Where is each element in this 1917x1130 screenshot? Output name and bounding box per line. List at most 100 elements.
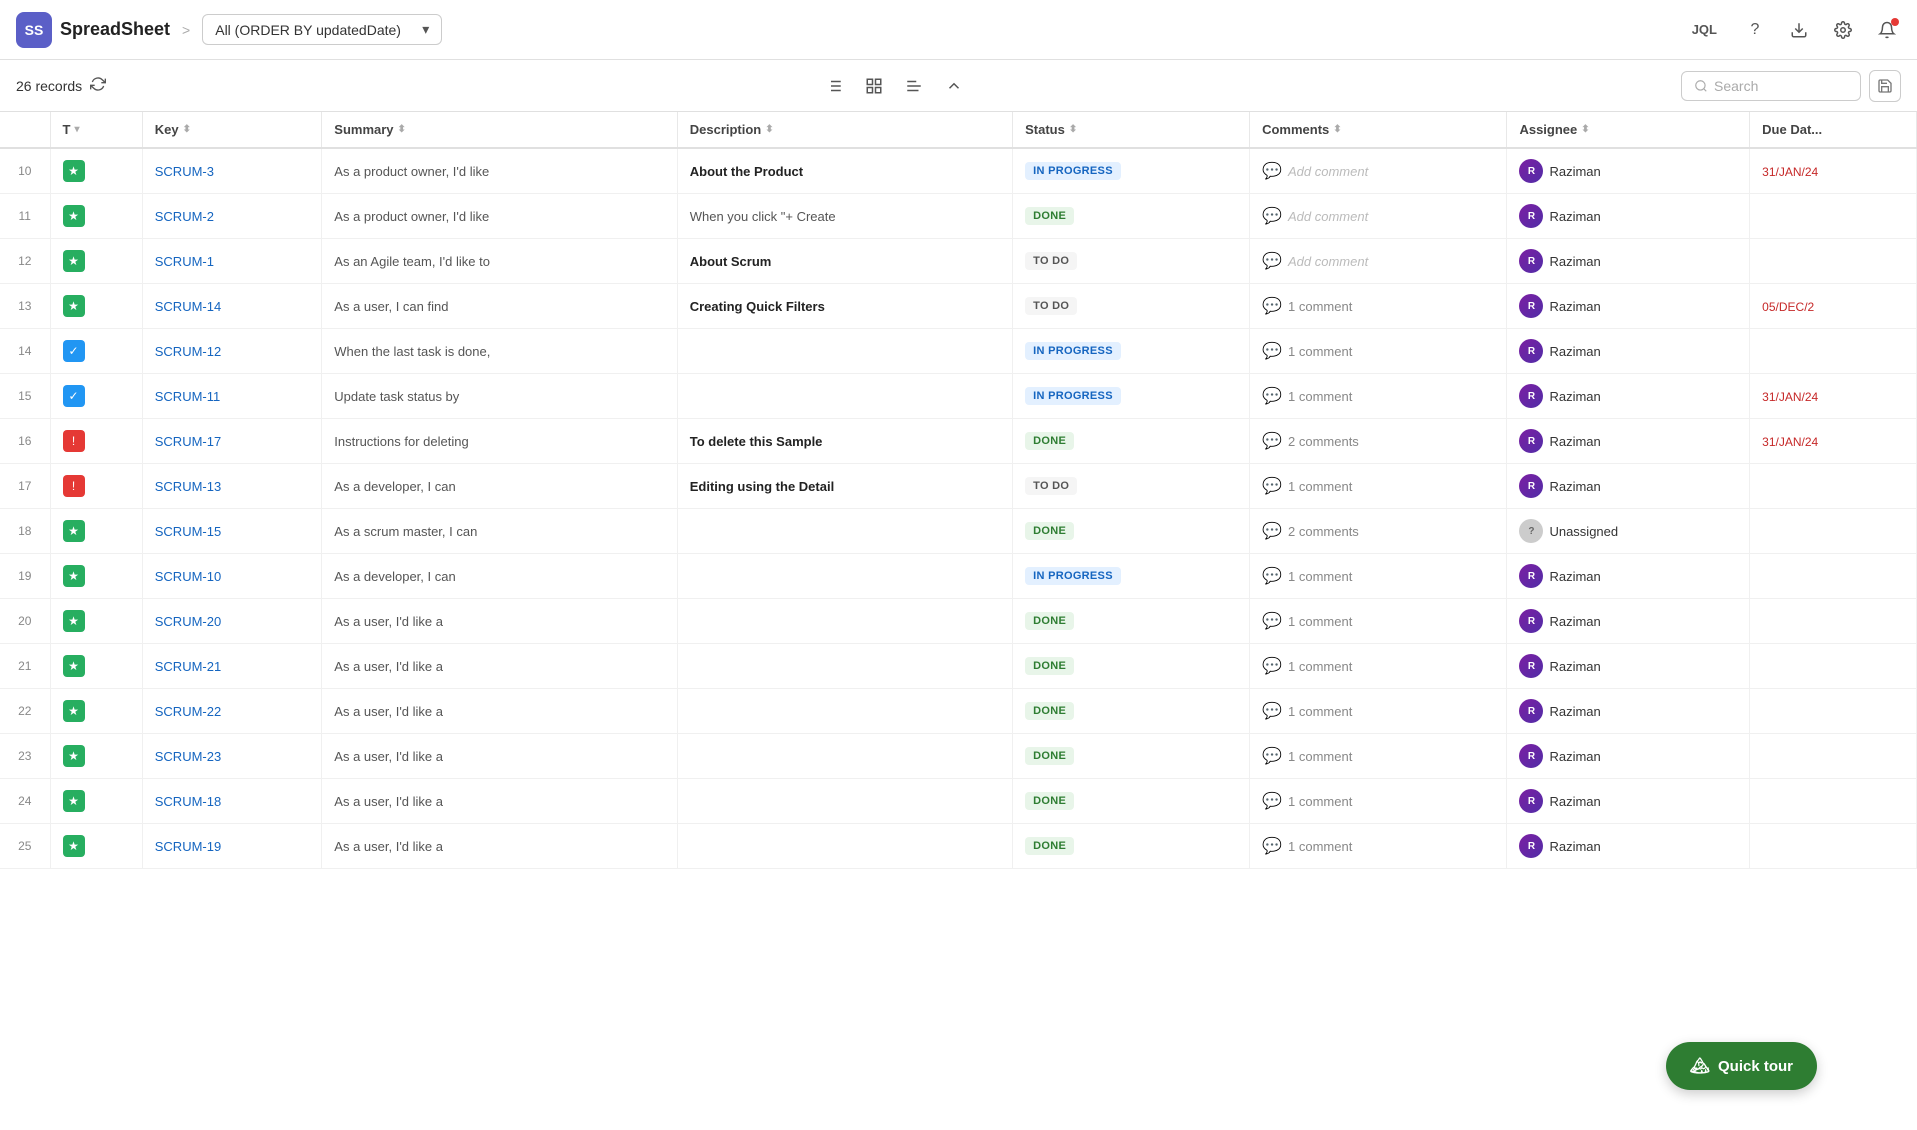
status-badge: DONE	[1025, 432, 1074, 450]
comment-cell: 💬 1 comment	[1262, 341, 1494, 361]
description-cell	[677, 599, 1012, 644]
col-comments[interactable]: Comments ⬍	[1250, 112, 1507, 148]
notification-dot	[1891, 18, 1899, 26]
jql-button[interactable]: JQL	[1684, 18, 1725, 41]
assignee-cell: R Raziman	[1519, 429, 1737, 453]
comment-icon: 💬	[1262, 656, 1282, 676]
assignee-cell: R Raziman	[1519, 564, 1737, 588]
assignee-cell: R Raziman	[1519, 654, 1737, 678]
issue-key-link[interactable]: SCRUM-18	[155, 794, 221, 809]
due-date-cell: 31/JAN/24	[1750, 374, 1917, 419]
comments-cell: 💬 1 comment	[1250, 689, 1507, 734]
assignee-cell: R Raziman	[1519, 834, 1737, 858]
collapse-view-button[interactable]	[936, 68, 972, 104]
avatar: ?	[1519, 519, 1543, 543]
key-cell: SCRUM-21	[142, 644, 322, 689]
status-badge: DONE	[1025, 747, 1074, 765]
issue-key-link[interactable]: SCRUM-14	[155, 299, 221, 314]
type-cell: ★	[50, 148, 142, 194]
status-badge: DONE	[1025, 207, 1074, 225]
status-badge: TO DO	[1025, 477, 1077, 495]
search-icon	[1694, 79, 1708, 93]
comment-count: 2 comments	[1288, 524, 1359, 539]
search-box[interactable]: Search	[1681, 71, 1861, 101]
comments-cell: 💬 1 comment	[1250, 464, 1507, 509]
assignee-cell: R Raziman	[1519, 204, 1737, 228]
description-cell	[677, 509, 1012, 554]
issue-key-link[interactable]: SCRUM-21	[155, 659, 221, 674]
issue-key-link[interactable]: SCRUM-10	[155, 569, 221, 584]
issue-key-link[interactable]: SCRUM-2	[155, 209, 214, 224]
assignee-cell-outer: ? Unassigned	[1507, 509, 1750, 554]
avatar: R	[1519, 339, 1543, 363]
col-assignee[interactable]: Assignee ⬍	[1507, 112, 1750, 148]
issue-key-link[interactable]: SCRUM-23	[155, 749, 221, 764]
comment-icon: 💬	[1262, 431, 1282, 451]
toolbar-left: 26 records	[16, 76, 106, 95]
record-count: 26 records	[16, 78, 82, 94]
col-key[interactable]: Key ⬍	[142, 112, 322, 148]
logo-text: SS	[25, 22, 44, 38]
type-icon: ★	[63, 520, 85, 542]
save-icon[interactable]	[1869, 70, 1901, 102]
avatar: R	[1519, 249, 1543, 273]
comment-cell: 💬 1 comment	[1262, 701, 1494, 721]
issue-key-link[interactable]: SCRUM-3	[155, 164, 214, 179]
type-cell: ★	[50, 284, 142, 329]
issue-key-link[interactable]: SCRUM-19	[155, 839, 221, 854]
col-status[interactable]: Status ⬍	[1013, 112, 1250, 148]
status-badge: DONE	[1025, 837, 1074, 855]
issue-key-link[interactable]: SCRUM-22	[155, 704, 221, 719]
filter-dropdown[interactable]: All (ORDER BY updatedDate) ▾	[202, 14, 442, 45]
add-comment-text[interactable]: Add comment	[1288, 164, 1368, 179]
issue-key-link[interactable]: SCRUM-17	[155, 434, 221, 449]
add-comment-text[interactable]: Add comment	[1288, 209, 1368, 224]
table-row: 10 ★ SCRUM-3 As a product owner, I'd lik…	[0, 148, 1917, 194]
assignee-cell-outer: R Raziman	[1507, 734, 1750, 779]
comment-cell: 💬 1 comment	[1262, 476, 1494, 496]
issue-key-link[interactable]: SCRUM-15	[155, 524, 221, 539]
avatar: R	[1519, 564, 1543, 588]
status-cell: DONE	[1013, 689, 1250, 734]
issue-key-link[interactable]: SCRUM-13	[155, 479, 221, 494]
assignee-cell-outer: R Raziman	[1507, 374, 1750, 419]
list-view-button[interactable]	[816, 68, 852, 104]
quick-tour-button[interactable]: 🏔 Quick tour	[1666, 1042, 1817, 1090]
summary-text: As a developer, I can	[334, 569, 455, 584]
sort-icon-description: ⬍	[765, 124, 773, 135]
key-cell: SCRUM-2	[142, 194, 322, 239]
summary-cell: As a developer, I can	[322, 464, 677, 509]
table-row: 11 ★ SCRUM-2 As a product owner, I'd lik…	[0, 194, 1917, 239]
key-cell: SCRUM-13	[142, 464, 322, 509]
comments-cell: 💬 1 comment	[1250, 554, 1507, 599]
col-type[interactable]: T ▾	[50, 112, 142, 148]
add-comment-text[interactable]: Add comment	[1288, 254, 1368, 269]
help-icon[interactable]: ?	[1741, 16, 1769, 44]
issue-key-link[interactable]: SCRUM-1	[155, 254, 214, 269]
type-cell: ✓	[50, 374, 142, 419]
col-due-date[interactable]: Due Dat...	[1750, 112, 1917, 148]
col-description[interactable]: Description ⬍	[677, 112, 1012, 148]
comments-cell: 💬 2 comments	[1250, 419, 1507, 464]
row-number: 11	[0, 194, 50, 239]
issue-key-link[interactable]: SCRUM-20	[155, 614, 221, 629]
due-date-cell: 31/JAN/24	[1750, 148, 1917, 194]
type-icon: ★	[63, 295, 85, 317]
notification-icon[interactable]	[1873, 16, 1901, 44]
row-number: 10	[0, 148, 50, 194]
refresh-icon[interactable]	[90, 76, 106, 95]
assignee-cell: ? Unassigned	[1519, 519, 1737, 543]
comment-count: 1 comment	[1288, 344, 1352, 359]
hierarchy-view-button[interactable]	[896, 68, 932, 104]
settings-icon[interactable]	[1829, 16, 1857, 44]
issue-key-link[interactable]: SCRUM-12	[155, 344, 221, 359]
due-date-cell	[1750, 824, 1917, 869]
download-icon[interactable]	[1785, 16, 1813, 44]
header-right: JQL ?	[1684, 16, 1901, 44]
col-summary[interactable]: Summary ⬍	[322, 112, 677, 148]
comments-cell: 💬 1 comment	[1250, 374, 1507, 419]
issue-key-link[interactable]: SCRUM-11	[155, 389, 221, 404]
grid-view-button[interactable]	[856, 68, 892, 104]
assignee-cell: R Raziman	[1519, 249, 1737, 273]
type-cell: ✓	[50, 329, 142, 374]
